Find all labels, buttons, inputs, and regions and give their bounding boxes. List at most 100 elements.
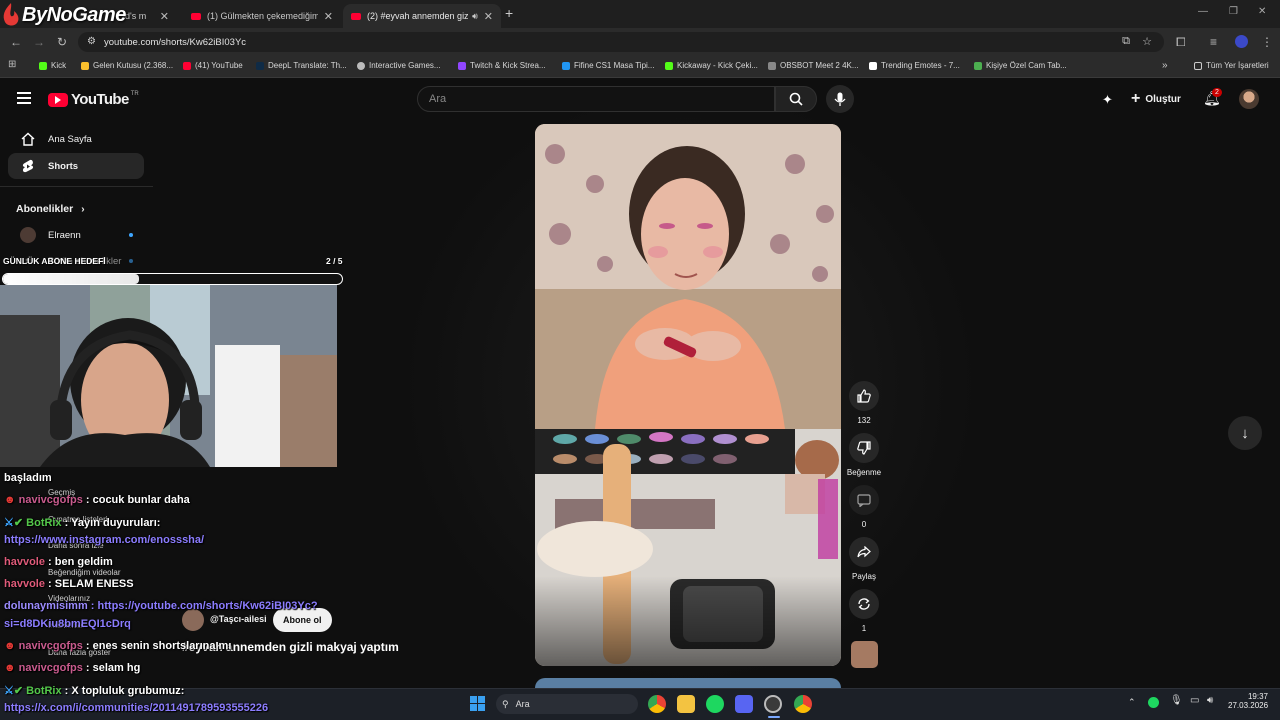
browser-tab-active[interactable]: (2) #eyvah annemden gizli ma 🔊︎ ✕ [343,4,501,28]
chat-username: havvole [4,578,45,590]
overlay-logo: ByNoGame [0,0,126,30]
taskbar-search[interactable]: ⚲ Ara [496,694,638,714]
reload-icon[interactable]: ↻ [57,35,67,49]
bookmark-label: Fifine CS1 Masa Tipi... [574,61,655,70]
sidebar-item-shorts[interactable]: Shorts [8,153,144,179]
search-input[interactable]: Ara [417,86,775,112]
back-icon[interactable]: ← [10,35,22,49]
site-info-icon[interactable]: ⚙ [87,36,96,47]
more-menu-icon[interactable]: ⋮ [1261,35,1273,49]
bookmark-item[interactable]: Interactive Games... [357,61,441,70]
bookmark-item[interactable]: Kick [39,61,66,70]
comments-button[interactable] [849,485,879,515]
sound-thumbnail[interactable] [851,641,878,668]
create-sparkle-icon[interactable]: ✦ [1102,92,1113,108]
chat-message: ⚔✔ BotRix : Yayın duyuruları: [4,516,160,529]
file-explorer-icon[interactable] [677,695,695,713]
streamer-webcam [0,285,337,467]
youtube-logo[interactable]: YouTube TR [48,91,139,108]
close-icon[interactable]: ✕ [324,10,333,23]
sidebar-item-home[interactable]: Ana Sayfa [8,126,144,152]
chrome-profile-taskbar-icon[interactable] [794,695,812,713]
next-video-arrow-icon[interactable]: ↓ [1228,416,1262,450]
cast-icon[interactable]: ⧉ [1122,35,1130,48]
chat-text: başladım [4,472,52,484]
minimize-icon[interactable]: — [1198,6,1208,17]
chat-link[interactable]: https://x.com/i/communities/201149178959… [4,702,268,714]
chat-username: navivcgofps [18,640,83,652]
chat-link[interactable]: : https://youtube.com/shorts/Kw62iBI03Yc… [88,600,318,612]
search-icon [789,92,803,106]
chrome-taskbar-icon[interactable] [648,695,666,713]
share-label: Paylaş [851,572,876,581]
bookmark-item[interactable]: DeepL Translate: Th... [256,61,347,70]
bookmark-item[interactable]: Fifine CS1 Masa Tipi... [562,61,654,70]
search-button[interactable] [775,86,817,112]
browser-tab[interactable]: (1) Gülmekten çekemediğimiz .. ✕ [183,4,341,28]
chat-message: ☻ navivcgofps : enes senin shortslarına … [4,640,231,652]
new-tab-button[interactable]: + [505,5,513,21]
bookmark-item[interactable]: Gelen Kutusu (2.368... [81,61,173,70]
new-content-dot [129,259,133,263]
bookmarks-overflow-icon[interactable]: » [1162,60,1168,71]
sidebar-item-liked[interactable]: Beğendiğim videolar [48,568,121,577]
subscriptions-header[interactable]: Abonelikler › [16,203,85,215]
profile-avatar-icon[interactable] [1235,35,1248,48]
obs-icon[interactable] [764,695,782,713]
chat-username: BotRix [26,517,62,529]
tab-title: ld's m [123,11,147,21]
media-control-icon[interactable]: ≡ [1210,35,1217,49]
youtube-play-icon [48,92,68,107]
tray-volume-icon[interactable]: 🔊︎ [1207,695,1213,706]
close-icon[interactable]: ✕ [484,10,493,23]
apps-grid-icon[interactable]: ⊞ [8,59,16,70]
channel-avatar[interactable] [182,609,204,631]
shorts-video-player[interactable] [535,124,841,666]
discord-icon[interactable] [735,695,753,713]
chat-link[interactable]: si=d8DKiu8bmEQI1cDrq [4,618,131,630]
bookmark-item[interactable]: Trending Emotes - 7... [869,61,960,70]
create-button[interactable]: + Oluştur [1131,90,1181,108]
like-button[interactable] [849,381,879,411]
spotify-icon[interactable] [706,695,724,713]
forward-icon[interactable]: → [33,35,45,49]
chat-text: : enes senin shortslarına mı [82,640,232,652]
voice-search-button[interactable] [826,85,854,113]
account-avatar[interactable] [1239,89,1259,109]
bookmark-item[interactable]: Kişiye Özel Cam Tab... [974,61,1067,70]
thumbs-up-icon [857,389,871,403]
all-bookmarks-button[interactable]: Tüm Yer İşaretleri [1194,61,1269,70]
remix-button[interactable] [849,589,879,619]
bookmark-item[interactable]: Twitch & Kick Strea... [458,61,546,70]
tray-clock[interactable]: 19:37 27.03.2026 [1228,692,1268,710]
sidebar-subscription[interactable]: Elraenn [8,222,144,248]
bookmark-label: Twitch & Kick Strea... [470,61,546,70]
chat-message: havvole : ben geldim [4,556,113,568]
chat-username: navivcgofps [18,662,83,674]
speaker-icon[interactable]: 🔊︎ [472,11,478,22]
youtube-favicon-icon [351,12,361,20]
dislike-button[interactable] [849,433,879,463]
start-button[interactable] [470,696,485,711]
active-app-indicator [768,716,780,718]
hamburger-menu-icon[interactable] [17,92,31,104]
tray-monitor-icon[interactable]: ▭ [1190,695,1199,706]
bookmark-star-icon[interactable]: ☆ [1142,35,1152,48]
bookmark-item[interactable]: (41) YouTube [183,61,243,70]
bookmark-label: Interactive Games... [369,61,441,70]
bookmark-item[interactable]: Kickaway - Kick Çeki... [665,61,758,70]
channel-handle[interactable]: @Taşcı-ailesi [210,614,267,624]
share-button[interactable] [849,537,879,567]
shorts-icon [8,159,48,174]
bookmark-label: Trending Emotes - 7... [881,61,960,70]
tray-overflow-icon[interactable]: ⌃ [1128,697,1136,708]
tray-spotify-icon[interactable] [1148,697,1159,708]
close-window-icon[interactable]: ✕ [1258,6,1266,17]
address-bar[interactable]: ⚙ youtube.com/shorts/Kw62iBI03Yc ⧉ ☆ [78,32,1164,52]
bookmark-item[interactable]: OBSBOT Meet 2 4K... [768,61,859,70]
close-icon[interactable]: ✕ [160,10,169,23]
chat-link[interactable]: https://www.instagram.com/enosssha/ [4,534,204,546]
extensions-icon[interactable]: ⧠ [1176,35,1186,50]
maximize-icon[interactable]: ❐ [1229,6,1238,17]
tray-mic-icon[interactable]: 🎙︎ [1170,695,1183,706]
